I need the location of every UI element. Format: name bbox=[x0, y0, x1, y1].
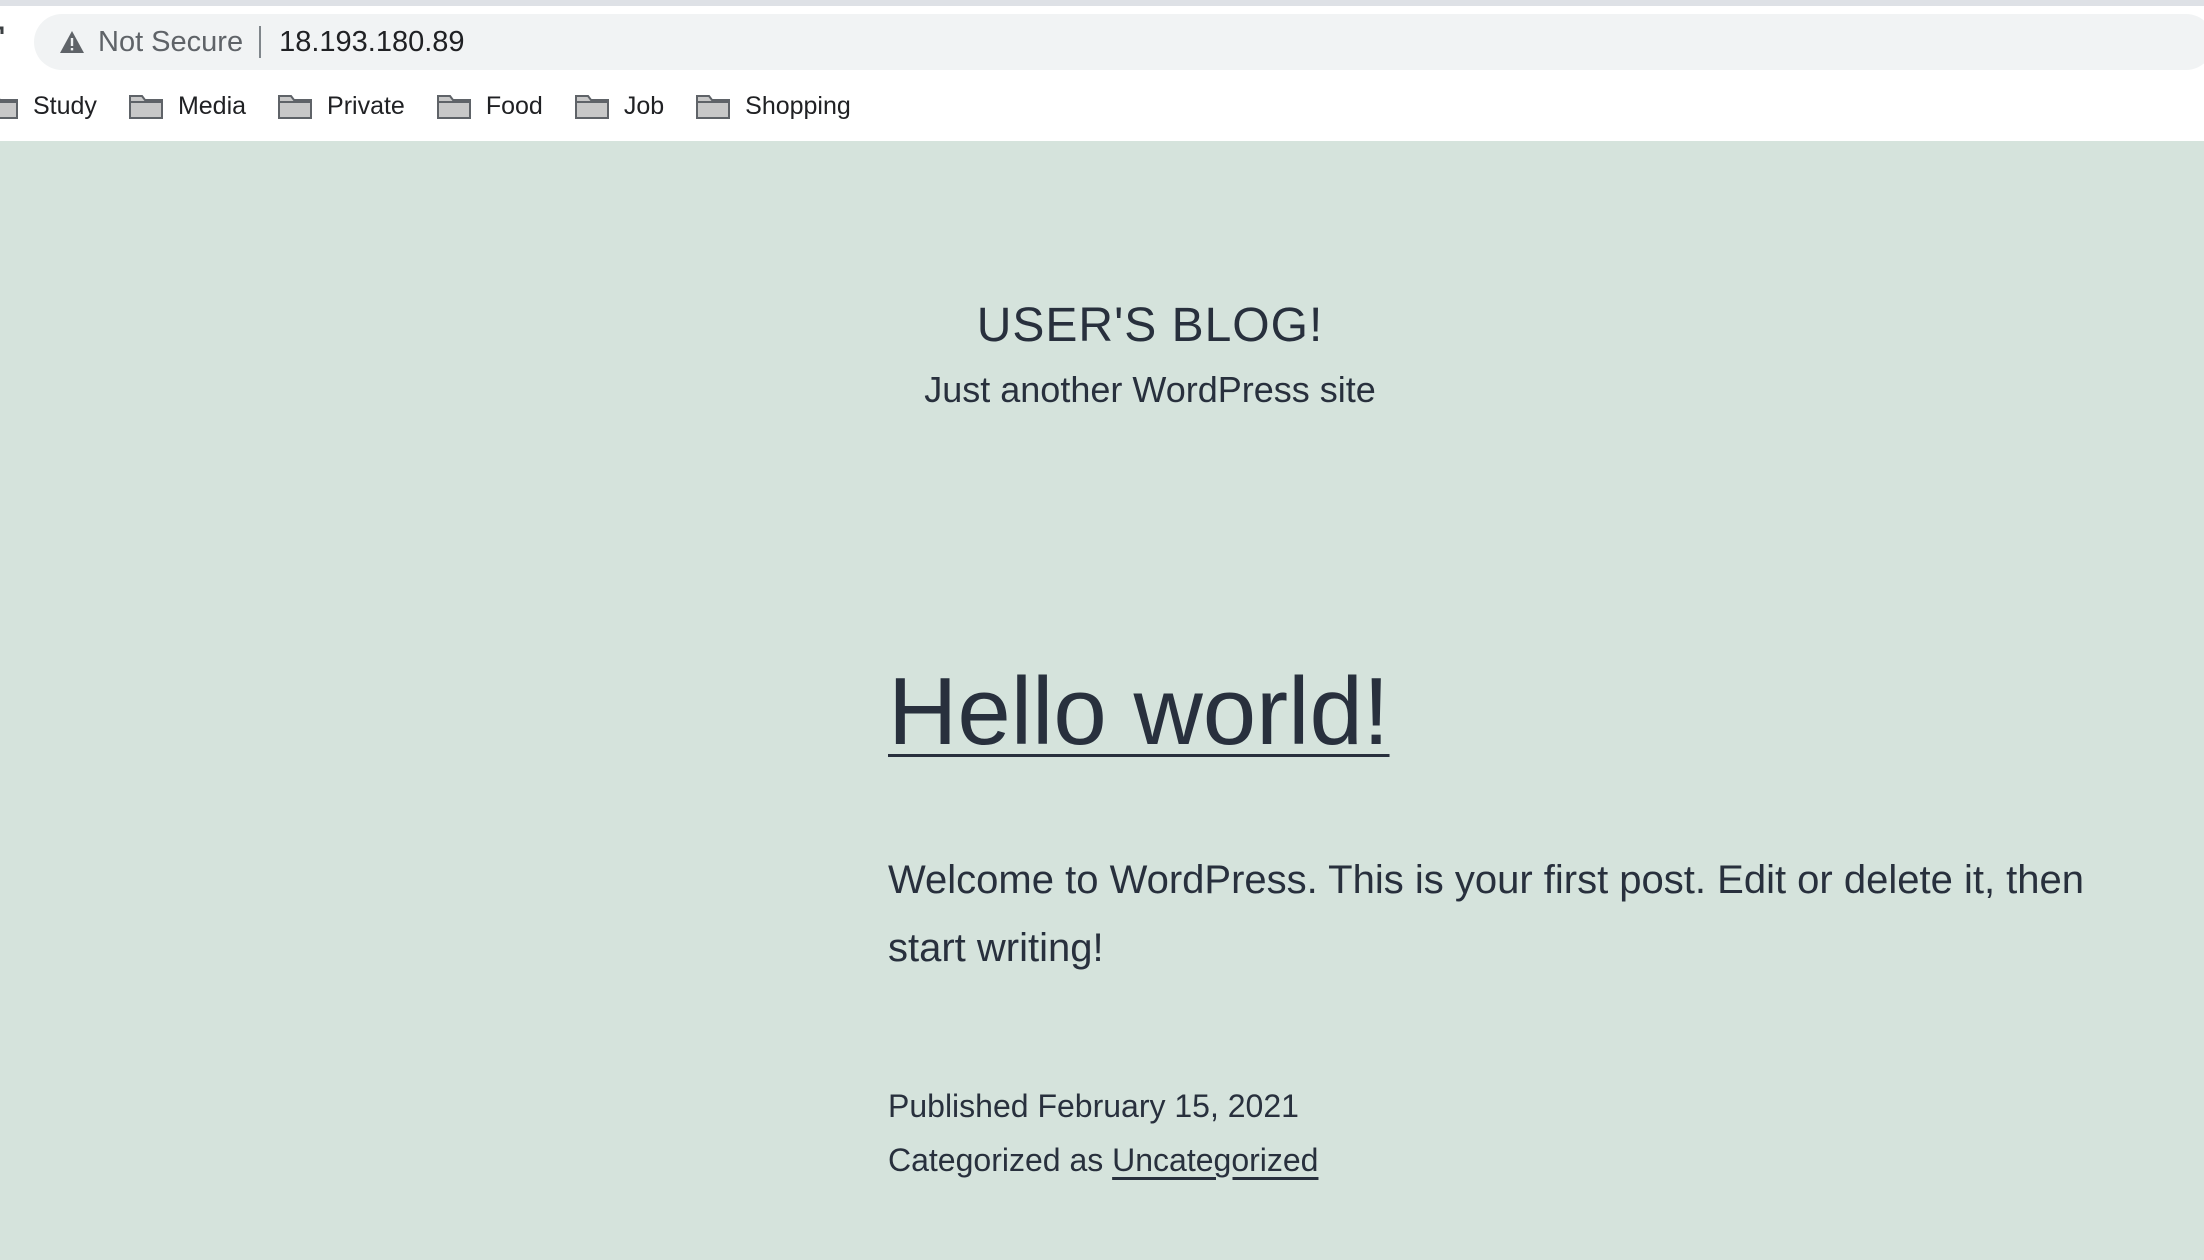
url-text[interactable]: 18.193.180.89 bbox=[279, 26, 464, 59]
site-description: Just another WordPress site bbox=[924, 369, 1376, 410]
category-prefix: Categorized as bbox=[888, 1142, 1104, 1178]
folder-icon bbox=[436, 95, 471, 119]
browser-chrome: Not Secure 18.193.180.89 Study Media Pri… bbox=[0, 0, 2204, 141]
folder-icon bbox=[278, 95, 313, 119]
post-content: Welcome to WordPress. This is your first… bbox=[888, 858, 2085, 970]
category-line: Categorized as Uncategorized bbox=[888, 1133, 1318, 1187]
warning-icon[interactable] bbox=[58, 28, 86, 56]
folder-icon bbox=[0, 98, 18, 119]
bookmark-study[interactable]: Study bbox=[0, 84, 97, 128]
bookmark-job[interactable]: Job bbox=[574, 84, 665, 128]
tab-strip bbox=[0, 0, 2204, 6]
bookmark-food[interactable]: Food bbox=[436, 84, 543, 128]
address-bar[interactable]: Not Secure 18.193.180.89 bbox=[34, 14, 2204, 70]
bookmark-label: Study bbox=[33, 91, 97, 120]
reload-icon[interactable] bbox=[0, 24, 4, 40]
folder-icon bbox=[696, 95, 731, 119]
folder-icon bbox=[574, 95, 609, 119]
security-status-label[interactable]: Not Secure bbox=[98, 26, 243, 59]
bookmarks-bar: Study Media Private Food Job Shopping bbox=[0, 84, 883, 128]
post-title-link[interactable]: Hello world! bbox=[888, 661, 1390, 763]
url-divider bbox=[259, 26, 262, 58]
published-date: Published February 15, 2021 bbox=[888, 1088, 1299, 1124]
bookmark-media[interactable]: Media bbox=[128, 84, 247, 128]
bookmark-label: Media bbox=[177, 91, 247, 120]
bookmark-label: Shopping bbox=[745, 91, 851, 120]
bookmark-private[interactable]: Private bbox=[278, 84, 405, 128]
bookmark-shopping[interactable]: Shopping bbox=[696, 84, 851, 128]
bookmark-label: Food bbox=[485, 91, 543, 120]
site-title[interactable]: USER'S BLOG! bbox=[502, 298, 1798, 353]
category-link[interactable]: Uncategorized bbox=[1112, 1142, 1318, 1178]
bookmark-label: Job bbox=[623, 91, 665, 120]
blog-page: USER'S BLOG! Just another WordPress site… bbox=[0, 141, 2204, 1260]
bookmark-label: Private bbox=[327, 91, 405, 120]
folder-icon bbox=[128, 95, 163, 119]
post-meta: Published February 15, 2021 Categorized … bbox=[888, 1079, 1318, 1187]
